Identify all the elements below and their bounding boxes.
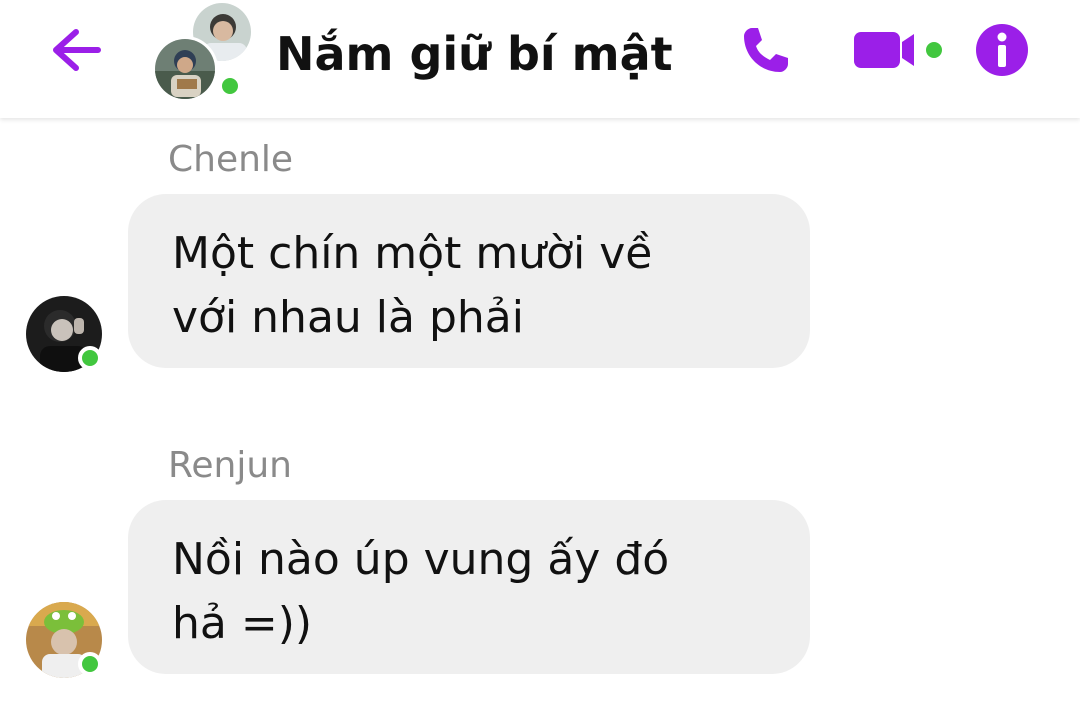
- online-status-dot: [78, 346, 102, 370]
- sender-name: Renjun: [168, 445, 292, 486]
- video-call-button[interactable]: [852, 18, 948, 82]
- online-status-dot: [218, 74, 242, 98]
- back-button[interactable]: [46, 22, 106, 78]
- conversation-info-button[interactable]: [972, 18, 1032, 82]
- info-icon: [976, 24, 1028, 76]
- message-text-line: Một chín một mười về: [172, 228, 653, 279]
- message-bubble[interactable]: Nồi nào úp vung ấy đó hả =)): [128, 500, 810, 674]
- messenger-chat-screen: Nắm giữ bí mật Chenle Một chín một mười …: [0, 0, 1080, 703]
- sender-name: Chenle: [168, 139, 294, 180]
- chat-title[interactable]: Nắm giữ bí mật: [276, 26, 673, 82]
- message-text-line: Nồi nào úp vung ấy đó: [172, 534, 670, 585]
- arrow-left-icon: [53, 29, 101, 71]
- group-avatar[interactable]: [150, 0, 254, 104]
- online-status-dot: [78, 652, 102, 676]
- phone-icon: [744, 28, 788, 72]
- message-text-line: hả =)): [172, 598, 313, 649]
- video-camera-icon: [854, 32, 942, 68]
- group-member-photo: [152, 36, 218, 102]
- chat-header: Nắm giữ bí mật: [0, 0, 1080, 118]
- voice-call-button[interactable]: [736, 18, 796, 82]
- message-bubble[interactable]: Một chín một mười về với nhau là phải: [128, 194, 810, 368]
- message-text-line: với nhau là phải: [172, 292, 524, 343]
